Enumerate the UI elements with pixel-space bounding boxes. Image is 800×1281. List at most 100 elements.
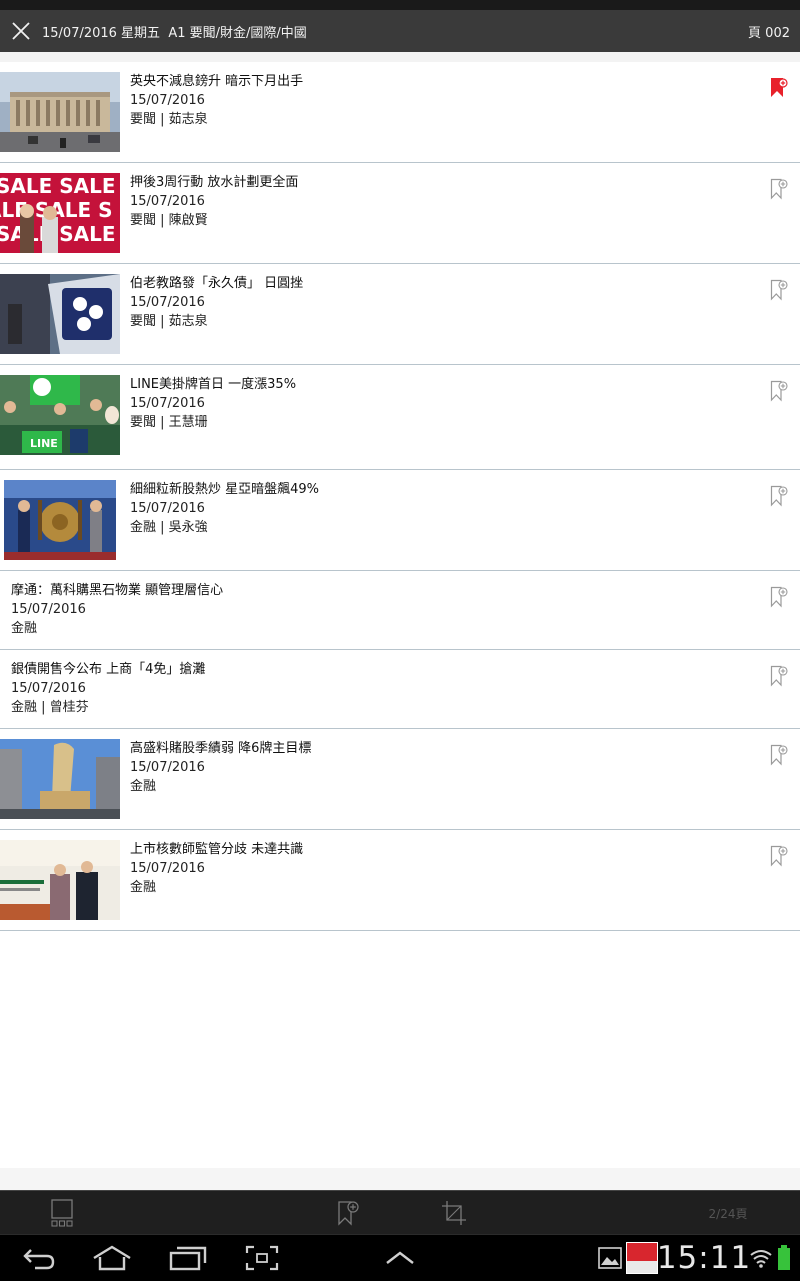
add-bookmark-icon: [338, 1201, 359, 1226]
thumbnail-view-button[interactable]: [44, 1191, 80, 1235]
article-row[interactable]: 伯老教路發「永久債」 日圓挫 15/07/2016 要聞 | 茹志泉: [0, 264, 800, 365]
article-headline[interactable]: 高盛料賭股季績弱 降6牌主目標: [130, 739, 311, 758]
article-thumbnail: LINE: [0, 375, 120, 455]
bookmark-button[interactable]: [770, 586, 788, 608]
article-row[interactable]: SALE SALE ALE SALE S SALE SALE 押後3周行動 放水…: [0, 163, 800, 264]
gallery-icon: [598, 1247, 622, 1269]
article-date: 15/07/2016: [130, 501, 205, 516]
app-badge-icon: [626, 1242, 658, 1274]
list-bottom-spacer: [0, 1168, 800, 1190]
article-row[interactable]: 英央不減息鎊升 暗示下月出手 15/07/2016 要聞 | 茹志泉: [0, 62, 800, 163]
add-bookmark-icon: [770, 380, 788, 402]
gallery-notification[interactable]: [596, 1235, 624, 1281]
article-section-author: 要聞 | 王慧珊: [130, 415, 208, 430]
article-section-author: 要聞 | 陳啟賢: [130, 213, 208, 228]
bookmark-button[interactable]: [770, 485, 788, 507]
wifi-status: [748, 1235, 774, 1281]
header-bar: 15/07/2016 星期五 A1 要聞/財金/國際/中國 頁 002: [0, 10, 800, 52]
article-headline[interactable]: 英央不減息鎊升 暗示下月出手: [130, 72, 303, 91]
add-bookmark-button[interactable]: [330, 1191, 366, 1235]
article-thumbnail: [0, 72, 120, 152]
home-icon: [93, 1245, 131, 1271]
article-row[interactable]: 高盛料賭股季績弱 降6牌主目標 15/07/2016 金融: [0, 729, 800, 830]
article-section-author: 金融 | 曾桂芬: [11, 700, 89, 715]
status-strip: [0, 0, 800, 10]
bookmark-button[interactable]: [770, 744, 788, 766]
article-headline[interactable]: 細細粒新股熱炒 星亞暗盤飆49%: [130, 480, 319, 499]
thumbnail-grid-icon: [51, 1199, 73, 1227]
article-headline[interactable]: 押後3周行動 放水計劃更全面: [130, 173, 298, 192]
recent-apps-button[interactable]: [164, 1235, 212, 1281]
bookmark-button[interactable]: [770, 279, 788, 301]
page-counter: 2/24頁: [708, 1206, 748, 1221]
bookmark-active-icon: [771, 78, 788, 97]
article-row[interactable]: 摩通：萬科購黑石物業 顯管理層信心 15/07/2016 金融: [0, 571, 800, 650]
article-list: 英央不減息鎊升 暗示下月出手 15/07/2016 要聞 | 茹志泉 SALE …: [0, 62, 800, 931]
svg-text:SALE SALE: SALE SALE: [0, 174, 116, 198]
add-bookmark-icon: [770, 665, 788, 687]
article-row[interactable]: 銀債開售今公布 上商「4免」搶灘 15/07/2016 金融 | 曾桂芬: [0, 650, 800, 729]
article-section-author: 金融: [130, 779, 157, 794]
article-thumbnail: SALE SALE ALE SALE S SALE SALE: [0, 173, 120, 253]
bookmark-button[interactable]: [770, 380, 788, 402]
article-section-author: 要聞 | 茹志泉: [130, 314, 208, 329]
bookmark-button[interactable]: [770, 178, 788, 200]
article-thumbnail: [0, 274, 120, 354]
article-thumbnail: [0, 739, 120, 819]
article-section-author: 金融 | 吳永強: [130, 520, 208, 535]
add-bookmark-icon: [770, 279, 788, 301]
add-bookmark-icon: [770, 586, 788, 608]
app-notification[interactable]: [626, 1235, 658, 1281]
article-date: 15/07/2016: [130, 93, 205, 108]
bookmark-button[interactable]: [770, 845, 788, 867]
article-headline[interactable]: 摩通：萬科購黑石物業 顯管理層信心: [11, 581, 223, 600]
add-bookmark-icon: [770, 744, 788, 766]
article-headline[interactable]: 銀債開售今公布 上商「4免」搶灘: [11, 660, 205, 679]
article-date: 15/07/2016: [130, 760, 205, 775]
issue-title: 15/07/2016 星期五 A1 要聞/財金/國際/中國: [42, 25, 307, 41]
article-headline[interactable]: 伯老教路發「永久債」 日圓挫: [130, 274, 303, 293]
article-thumbnail: [4, 480, 116, 560]
home-button[interactable]: [88, 1235, 136, 1281]
bookmark-button[interactable]: [770, 665, 788, 687]
article-row[interactable]: 細細粒新股熱炒 星亞暗盤飆49% 15/07/2016 金融 | 吳永強: [0, 470, 800, 571]
screenshot-icon: [245, 1245, 279, 1271]
wifi-icon: [750, 1250, 772, 1268]
header-shadow: [0, 52, 800, 62]
article-date: 15/07/2016: [11, 602, 86, 617]
article-date: 15/07/2016: [130, 295, 205, 310]
system-navigation-bar: 15:11: [0, 1234, 800, 1281]
article-section-author: 金融: [11, 621, 38, 636]
add-bookmark-icon: [770, 845, 788, 867]
back-button[interactable]: [16, 1235, 62, 1281]
battery-status: [774, 1235, 794, 1281]
bookmark-button[interactable]: [770, 77, 788, 99]
bottom-toolbar: 2/24頁: [0, 1190, 800, 1235]
back-icon: [23, 1249, 55, 1270]
article-headline[interactable]: LINE美掛牌首日 一度漲35%: [130, 375, 296, 394]
article-section-author: 金融: [130, 880, 157, 895]
crop-button[interactable]: [436, 1191, 472, 1235]
crop-icon: [442, 1201, 466, 1225]
article-date: 15/07/2016: [11, 681, 86, 696]
article-row[interactable]: LINE LINE美掛牌首日 一度漲35% 15/07/2016 要聞 | 王慧…: [0, 365, 800, 470]
svg-text:LINE: LINE: [30, 437, 58, 450]
recent-apps-icon: [169, 1246, 207, 1271]
add-bookmark-icon: [770, 178, 788, 200]
clock: 15:11: [656, 1240, 752, 1276]
article-row[interactable]: 上市核數師監管分歧 未達共識 15/07/2016 金融: [0, 830, 800, 931]
battery-icon: [778, 1245, 790, 1270]
up-arrow-icon: [386, 1251, 414, 1264]
article-date: 15/07/2016: [130, 861, 205, 876]
close-button[interactable]: [0, 10, 42, 52]
screenshot-button[interactable]: [240, 1235, 284, 1281]
article-date: 15/07/2016: [130, 396, 205, 411]
add-bookmark-icon: [770, 485, 788, 507]
article-date: 15/07/2016: [130, 194, 205, 209]
article-headline[interactable]: 上市核數師監管分歧 未達共識: [130, 840, 303, 859]
up-button[interactable]: [380, 1235, 420, 1281]
close-icon: [12, 22, 30, 40]
page-number: 頁 002: [748, 25, 790, 41]
article-section-author: 要聞 | 茹志泉: [130, 112, 208, 127]
article-thumbnail: [0, 840, 120, 920]
